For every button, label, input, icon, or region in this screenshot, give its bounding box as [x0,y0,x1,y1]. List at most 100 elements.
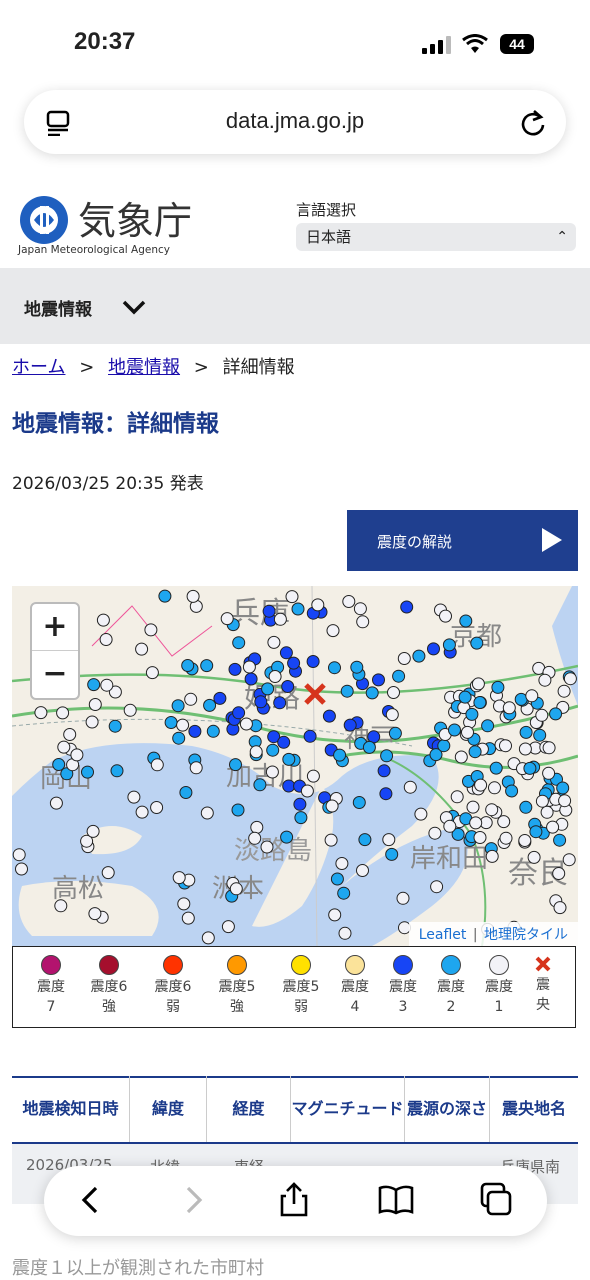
station-marker[interactable] [396,891,410,905]
station-marker[interactable] [535,708,549,722]
station-marker[interactable] [427,642,440,656]
station-marker[interactable] [232,636,246,650]
station-marker[interactable] [96,613,110,627]
station-marker[interactable] [458,690,472,704]
station-marker[interactable] [325,799,339,813]
station-marker[interactable] [563,672,577,686]
station-marker[interactable] [553,901,567,915]
station-marker[interactable] [220,612,234,626]
station-marker[interactable] [439,609,452,623]
station-marker[interactable] [273,612,287,626]
station-marker[interactable] [365,686,379,700]
station-marker[interactable] [450,790,464,804]
station-marker[interactable] [213,691,227,705]
station-marker[interactable] [135,805,149,819]
station-marker[interactable] [338,926,352,940]
station-marker[interactable] [488,781,501,795]
station-marker[interactable] [172,731,186,745]
station-marker[interactable] [518,834,532,847]
station-marker[interactable] [88,907,102,921]
nav-menu[interactable]: 地震情報 [0,268,590,344]
nav-menu-label[interactable]: 地震情報 [24,295,92,320]
station-marker[interactable] [12,848,26,862]
station-marker[interactable] [265,765,279,779]
station-marker[interactable] [81,765,94,779]
station-marker[interactable] [448,723,461,737]
breadcrumb-home-link[interactable]: ホーム [12,357,65,378]
intensity-map[interactable]: 兵庫 京都 姫路 神戸 岡山 加古川 淡路島 高松 洲本 岸和田 奈良 + − … [12,586,578,946]
station-marker[interactable] [127,790,141,804]
chevron-down-icon[interactable] [120,292,148,320]
station-marker[interactable] [562,853,576,867]
station-marker[interactable] [282,779,296,793]
station-marker[interactable] [540,805,554,819]
station-marker[interactable] [558,794,572,808]
station-marker[interactable] [266,743,280,757]
station-marker[interactable] [273,696,287,710]
station-marker[interactable] [353,602,367,616]
station-marker[interactable] [430,880,444,894]
station-marker[interactable] [471,677,485,691]
station-marker[interactable] [502,701,516,715]
leaflet-link[interactable]: Leaflet [419,927,467,943]
station-marker[interactable] [260,840,274,854]
station-marker[interactable] [34,706,48,720]
station-marker[interactable] [108,719,122,733]
station-marker[interactable] [380,749,394,763]
station-marker[interactable] [412,649,426,663]
station-marker[interactable] [469,816,483,830]
station-marker[interactable] [557,684,571,698]
station-marker[interactable] [519,725,533,739]
station-marker[interactable] [228,662,242,676]
station-marker[interactable] [239,717,253,731]
station-marker[interactable] [311,598,325,612]
station-marker[interactable] [203,698,217,712]
station-marker[interactable] [454,750,468,764]
station-marker[interactable] [63,728,77,741]
station-marker[interactable] [352,796,366,809]
url-text[interactable]: data.jma.go.jp [24,108,566,134]
station-marker[interactable] [473,831,487,844]
station-marker[interactable] [172,871,186,885]
station-marker[interactable] [200,659,214,673]
station-marker[interactable] [437,739,451,753]
station-marker[interactable] [300,784,314,798]
station-marker[interactable] [242,660,256,674]
station-marker[interactable] [303,729,317,743]
station-marker[interactable] [294,811,308,825]
language-select[interactable]: 日本語 ⌃ [296,223,576,251]
station-marker[interactable] [392,669,406,683]
station-marker[interactable] [362,740,376,754]
station-marker[interactable] [485,849,499,863]
station-marker[interactable] [201,931,215,945]
station-marker[interactable] [491,680,505,694]
station-marker[interactable] [164,716,178,729]
station-marker[interactable] [261,682,275,696]
station-marker[interactable] [372,673,385,687]
station-marker[interactable] [87,678,101,692]
station-marker[interactable] [254,695,268,709]
station-marker[interactable] [333,748,347,762]
station-marker[interactable] [382,833,396,847]
station-marker[interactable] [253,778,267,792]
station-marker[interactable] [533,728,547,742]
station-marker[interactable] [177,897,191,911]
station-marker[interactable] [144,623,158,637]
station-marker[interactable] [489,761,503,775]
station-marker[interactable] [556,781,570,795]
station-marker[interactable] [340,684,354,698]
station-marker[interactable] [481,719,495,733]
zoom-out-button[interactable]: − [32,651,78,697]
station-marker[interactable] [145,666,159,680]
station-marker[interactable] [553,833,567,847]
station-marker[interactable] [350,660,364,674]
station-marker[interactable] [322,709,336,723]
station-marker[interactable] [248,831,262,845]
station-marker[interactable] [465,707,479,721]
station-marker[interactable] [473,696,487,709]
station-marker[interactable] [188,724,202,738]
jma-logo[interactable]: 気象庁 Japan Meteorological Agency [16,186,206,262]
forward-icon[interactable] [174,1180,214,1220]
station-marker[interactable] [189,761,203,775]
station-marker[interactable] [518,742,532,756]
